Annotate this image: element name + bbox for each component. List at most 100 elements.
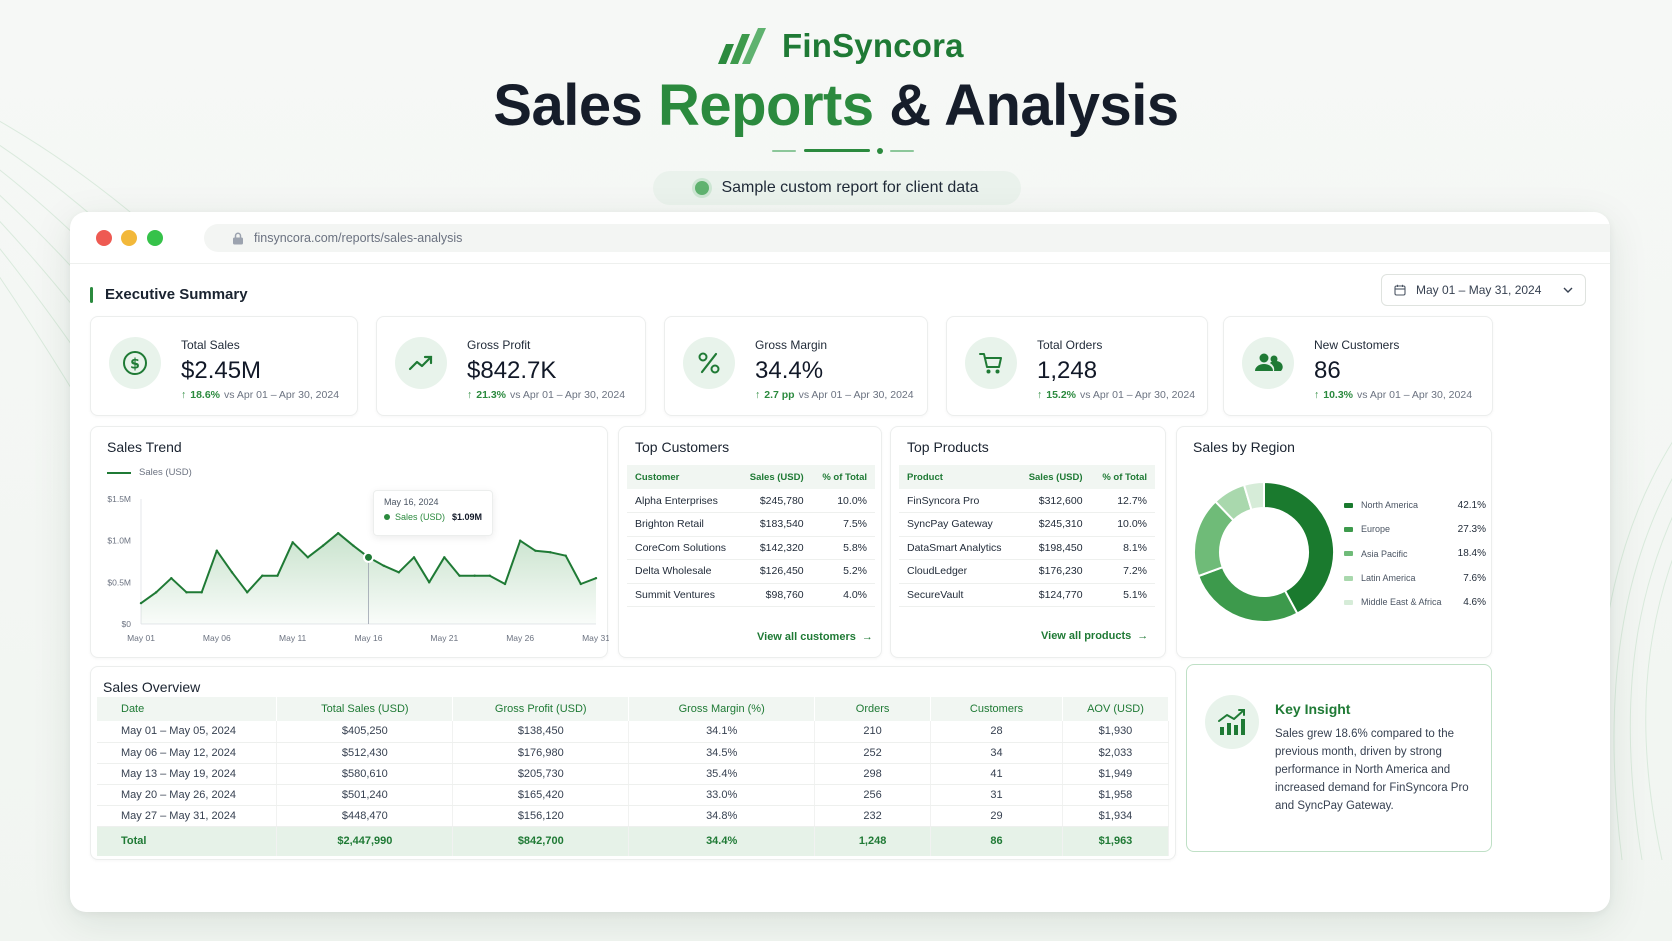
table-row[interactable]: May 13 – May 19, 2024 $580,610 $205,730 35.… [97,763,1170,785]
cell-product: SecureVault [899,583,1017,607]
kpi-label: Total Orders [1037,338,1103,352]
cell-gross-profit: $156,120 [452,805,630,827]
legend-label: Latin America [1361,573,1416,584]
chart-point[interactable] [230,571,234,574]
chart-point[interactable] [170,576,173,580]
kpi-delta-value: 15.2% [1046,389,1077,401]
chart-point[interactable] [549,551,552,554]
x-tick-label: May 11 [279,633,307,643]
url-text: finsyncora.com/reports/sales-analysis [254,231,463,245]
table-row[interactable]: CoreCom Solutions $142,320 5.8% [627,536,875,560]
chart-point[interactable] [412,556,416,559]
chart-point[interactable] [503,582,507,586]
chart-point[interactable] [579,582,583,586]
arrow-right-icon: → [1137,630,1149,642]
table-row[interactable]: May 20 – May 26, 2024 $501,240 $165,420 33.… [97,784,1170,806]
address-bar[interactable]: finsyncora.com/reports/sales-analysis [204,224,1610,252]
donut-slice[interactable] [1197,565,1299,623]
window-maximize-button[interactable] [147,230,163,246]
chart-point[interactable] [518,539,522,542]
window-close-button[interactable] [96,230,112,246]
insight-body: Sales grew 18.6% compared to the previou… [1275,728,1469,812]
chart-point[interactable] [473,574,476,577]
growth-chart-icon [1205,695,1259,749]
table-row[interactable]: May 27 – May 31, 2024 $448,470 $156,120 34.… [97,805,1170,827]
chart-point[interactable] [185,591,188,594]
dashboard-content: Executive Summary May 01 – May 31, 2024 … [70,264,1610,912]
y-tick-label: $1.0M [107,536,131,546]
cell-gross-profit: $205,730 [452,763,630,785]
percent-icon [683,337,735,389]
view-all-customers-link[interactable]: View all customers → [757,631,873,643]
chart-point[interactable] [306,556,310,559]
brand-name: FinSyncora [782,27,964,64]
cell-orders: 252 [814,742,932,764]
cell-date: May 06 – May 12, 2024 [97,742,278,764]
chart-point[interactable] [352,544,355,547]
date-range-picker[interactable]: May 01 – May 31, 2024 [1381,274,1586,306]
chart-point[interactable] [397,571,401,574]
arrow-up-icon: ↑ [467,389,473,401]
table-row[interactable]: Delta Wholesale $126,450 5.2% [627,559,875,584]
chart-point[interactable] [261,574,264,577]
table-row[interactable]: FinSyncora Pro $312,600 12.7% [899,489,1155,513]
kpi-delta: ↑ 15.2% vs Apr 01 – Apr 30, 2024 [1037,389,1195,401]
chart-point[interactable] [427,581,431,584]
table-row[interactable]: May 01 – May 05, 2024 $405,250 $138,450 34.… [97,721,1170,743]
legend-label: Europe [1361,524,1391,535]
cell-aov: $1,930 [1062,721,1170,743]
chart-point[interactable] [336,531,340,535]
tooltip-point[interactable] [363,551,374,563]
donut-slice[interactable] [1263,480,1335,615]
cell-pct: 12.7% [1090,489,1155,513]
chart-point[interactable] [291,541,294,544]
kpi-value: 86 [1314,357,1341,384]
table-row[interactable]: SyncPay Gateway $245,310 10.0% [899,512,1155,537]
col-header: % of Total [811,465,875,489]
table-row[interactable]: DataSmart Analytics $198,450 8.1% [899,536,1155,560]
chart-point[interactable] [443,556,446,559]
legend-swatch [1344,502,1353,508]
lock-icon [233,232,243,244]
table-row[interactable]: Summit Ventures $98,760 4.0% [627,583,875,607]
tooltip-swatch [384,514,390,520]
cell-pct: 5.1% [1090,583,1155,607]
chart-point[interactable] [534,549,537,552]
table-row[interactable]: CloudLedger $176,230 7.2% [899,559,1155,584]
table-row[interactable]: Brighton Retail $183,540 7.5% [627,512,875,537]
col-header: Sales (USD) [1016,465,1091,489]
table-row[interactable]: Alpha Enterprises $245,780 10.0% [627,489,875,513]
cell-aov: $1,958 [1062,784,1170,806]
table-row[interactable]: SecureVault $124,770 5.1% [899,583,1155,607]
table-row[interactable]: May 06 – May 12, 2024 $512,430 $176,980 34.… [97,742,1170,764]
title-part-1: Sales [493,73,658,138]
chart-point[interactable] [321,544,325,547]
table-header-row: Date Total Sales (USD) Gross Profit (USD… [97,697,1170,721]
browser-toolbar: finsyncora.com/reports/sales-analysis [70,212,1610,264]
subtitle-text: Sample custom report for client data [721,179,979,196]
legend-swatch [1344,575,1353,581]
cell-customer: CoreCom Solutions [627,536,739,560]
calendar-icon [1394,284,1406,296]
cell-pct: 7.2% [1090,559,1155,584]
chart-point[interactable] [488,574,492,577]
chart-point[interactable] [594,576,598,580]
chart-point[interactable] [382,564,385,567]
col-header: Customer [627,465,739,489]
subtitle-badge: Sample custom report for client data [653,171,1021,205]
cell-sales: $176,230 [1016,559,1091,584]
table-header-row: Customer Sales (USD) % of Total [627,465,875,489]
title-part-2: & Analysis [873,73,1179,138]
chart-point[interactable] [154,591,158,594]
chart-point[interactable] [564,554,567,557]
chart-point[interactable] [215,549,219,552]
window-minimize-button[interactable] [121,230,137,246]
chart-point[interactable] [200,591,203,594]
chart-point[interactable] [276,574,279,577]
view-all-products-link[interactable]: View all products → [1041,630,1148,642]
chart-point[interactable] [139,601,143,605]
sales-overview-table: Date Total Sales (USD) Gross Profit (USD… [97,697,1170,856]
cell-gross-margin: 34.5% [628,742,816,764]
chart-point[interactable] [458,574,461,577]
chart-point[interactable] [245,591,249,594]
